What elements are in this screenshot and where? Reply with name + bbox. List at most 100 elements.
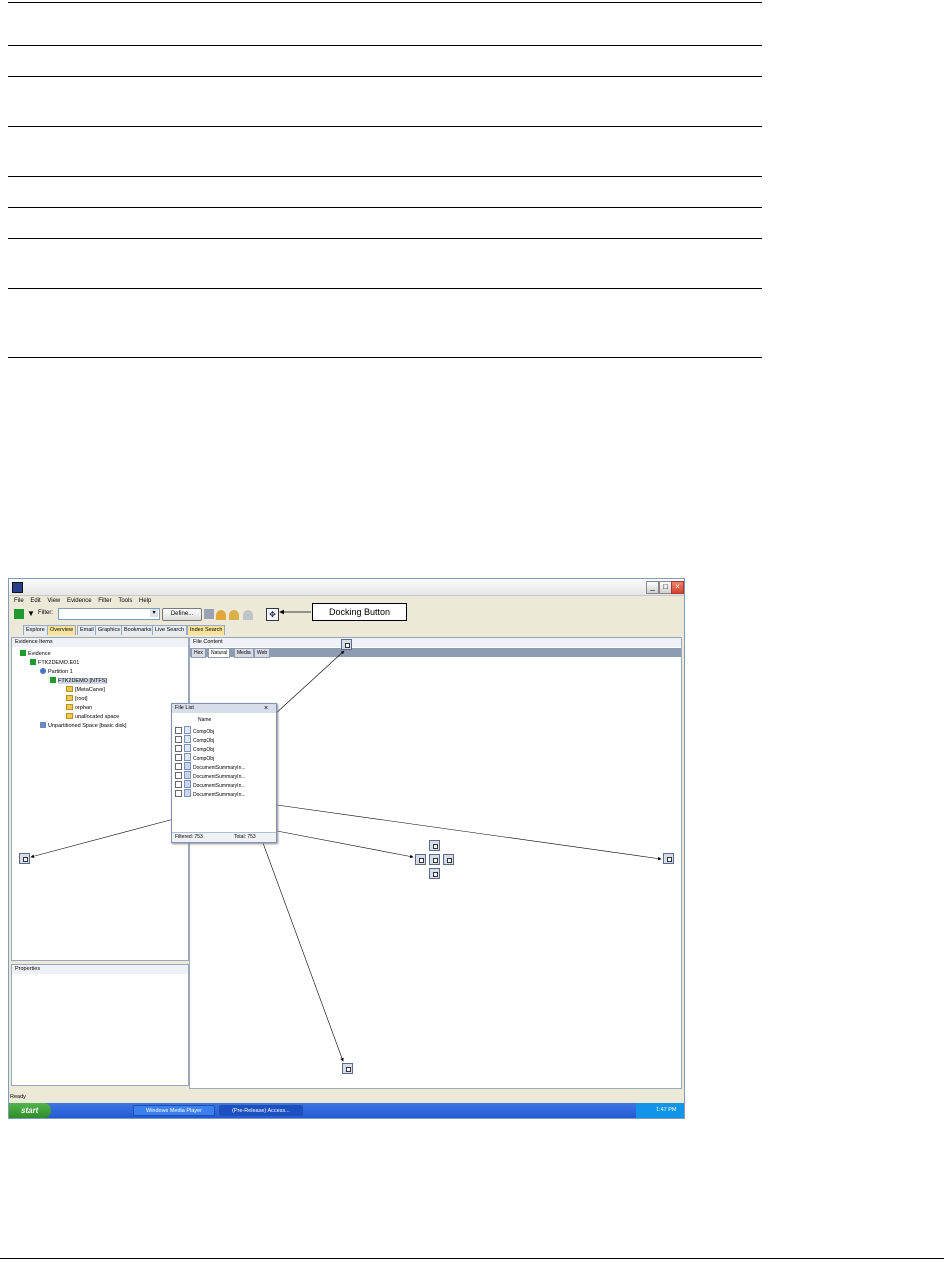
unknown-file-icon — [184, 771, 191, 779]
dock-center-up[interactable] — [429, 840, 440, 851]
rule-9 — [8, 357, 762, 358]
list-item[interactable]: DocumentSummaryIn... — [175, 780, 246, 789]
tab-explore[interactable]: Explore — [23, 625, 48, 635]
chevron-down-icon[interactable]: ▾ — [150, 609, 158, 617]
rule-3 — [8, 76, 762, 77]
unknown-file-icon — [184, 780, 191, 788]
tab-graphics[interactable]: Graphics — [95, 625, 124, 635]
define-button[interactable]: Define... — [162, 608, 202, 621]
file-list-title: File List — [172, 704, 276, 713]
menu-file[interactable]: File — [14, 596, 24, 606]
clipboard-icon[interactable] — [204, 609, 214, 619]
file-content-tabbar: Hex Natural Media Web — [190, 648, 681, 658]
dock-left-target[interactable] — [19, 853, 30, 864]
evidence-panel-title: Evidence Items — [12, 638, 188, 647]
tree-item[interactable]: [root] — [66, 695, 88, 702]
menu-edit[interactable]: Edit — [30, 596, 40, 606]
filtered-count: Filtered: 753 — [175, 834, 203, 840]
page-bottom-rule — [0, 1258, 944, 1259]
folder-icon — [66, 704, 73, 710]
ftk-screenshot: _ □ × File Edit View Evidence Filter Too… — [8, 578, 685, 1119]
menu-evidence[interactable]: Evidence — [67, 596, 92, 606]
tree-item[interactable]: Partition 1 — [40, 668, 73, 675]
file-content-title: File Content — [190, 638, 681, 647]
tab-hex[interactable]: Hex — [191, 648, 206, 658]
filter-select[interactable] — [58, 608, 160, 620]
total-count: Total: 753 — [234, 834, 256, 840]
tree-item[interactable]: [MetaCarve] — [66, 686, 105, 693]
tab-web[interactable]: Web — [254, 648, 271, 658]
tab-bookmarks[interactable]: Bookmarks — [121, 625, 155, 635]
properties-panel-title: Properties — [12, 965, 188, 974]
rule-7 — [8, 238, 762, 239]
docking-button[interactable]: ✥ — [266, 608, 279, 621]
file-icon — [184, 735, 191, 743]
list-item[interactable]: CompObj — [175, 726, 214, 735]
list-item[interactable]: DocumentSummaryIn... — [175, 762, 246, 771]
evidence-panel: Evidence Items Evidence FTK2DEMO.E01 Par… — [11, 637, 189, 961]
properties-panel: Properties — [11, 964, 189, 1086]
menu-tools[interactable]: Tools — [118, 596, 132, 606]
list-item[interactable]: CompObj — [175, 753, 214, 762]
tab-overview[interactable]: Overview — [47, 625, 76, 635]
tab-email[interactable]: Email — [77, 625, 97, 635]
partition-icon — [40, 668, 46, 674]
list-item[interactable]: CompObj — [175, 744, 214, 753]
taskbar-access[interactable]: (Pre-Release) Access... — [219, 1105, 303, 1116]
tree-item[interactable]: FTK2DEMO.E01 — [30, 659, 79, 666]
filter-on-icon[interactable] — [216, 610, 226, 620]
filter-label: Filter: — [38, 610, 53, 616]
folder-icon — [66, 713, 73, 719]
file-icon — [184, 726, 191, 734]
column-header[interactable]: Name — [198, 716, 211, 724]
case-icon[interactable] — [14, 609, 24, 619]
minimize-button[interactable]: _ — [646, 581, 659, 594]
unknown-file-icon — [184, 789, 191, 797]
dock-center-right[interactable] — [443, 854, 454, 865]
menu-view[interactable]: View — [47, 596, 60, 606]
tree-item[interactable]: Unpartitioned Space [basic disk] — [40, 722, 127, 729]
tab-index-search[interactable]: Index Search — [187, 625, 226, 635]
tree-item[interactable]: orphan — [66, 704, 92, 711]
app-icon — [12, 582, 23, 593]
tab-natural[interactable]: Natural — [208, 648, 231, 658]
tree-item[interactable]: Evidence — [20, 650, 51, 657]
tab-media[interactable]: Media — [234, 648, 254, 658]
list-item[interactable]: CompObj — [175, 735, 214, 744]
rule-2 — [8, 45, 762, 46]
rule-6 — [8, 207, 762, 208]
title-bar: _ □ × — [9, 579, 684, 596]
list-item[interactable]: DocumentSummaryIn... — [175, 771, 246, 780]
filter-off-icon[interactable] — [243, 610, 253, 620]
dock-top-target[interactable] — [341, 639, 352, 650]
dock-center-left[interactable] — [415, 854, 426, 865]
main-tabs: Explore Overview Email Graphics Bookmark… — [9, 625, 684, 635]
clock: 1:47 PM — [656, 1107, 677, 1113]
close-button[interactable]: × — [671, 581, 684, 594]
filter-edit-icon[interactable] — [229, 610, 239, 620]
docking-button-callout: Docking Button — [312, 603, 407, 621]
taskbar: start Windows Media Player (Pre-Release)… — [9, 1103, 684, 1118]
menu-filter[interactable]: Filter — [98, 596, 111, 606]
list-item[interactable]: DocumentSummaryIn... — [175, 789, 246, 798]
system-tray: 1:47 PM — [636, 1103, 684, 1118]
dock-bottom-target[interactable] — [342, 1063, 353, 1074]
dock-center-middle[interactable] — [429, 854, 440, 865]
disk-image-icon — [30, 659, 36, 665]
rule-5 — [8, 176, 762, 177]
file-list-footer: Filtered: 753 Total: 753 — [172, 832, 276, 842]
rule-8 — [8, 288, 762, 289]
unknown-file-icon — [184, 762, 191, 770]
taskbar-media-player[interactable]: Windows Media Player — [133, 1105, 215, 1116]
tab-live-search[interactable]: Live Search — [152, 625, 188, 635]
folder-icon — [66, 695, 73, 701]
dock-right-target[interactable] — [663, 853, 674, 864]
dock-center-down[interactable] — [429, 868, 440, 879]
close-icon[interactable]: × — [264, 704, 274, 713]
menu-help[interactable]: Help — [139, 596, 151, 606]
file-list-window[interactable]: File List × Name CompObj CompObj CompObj… — [171, 703, 277, 843]
start-button[interactable]: start — [9, 1103, 51, 1118]
tree-item[interactable]: unallocated space — [66, 713, 119, 720]
file-icon — [184, 753, 191, 761]
tree-item[interactable]: FTK2DEMO [NTFS] — [50, 677, 107, 684]
